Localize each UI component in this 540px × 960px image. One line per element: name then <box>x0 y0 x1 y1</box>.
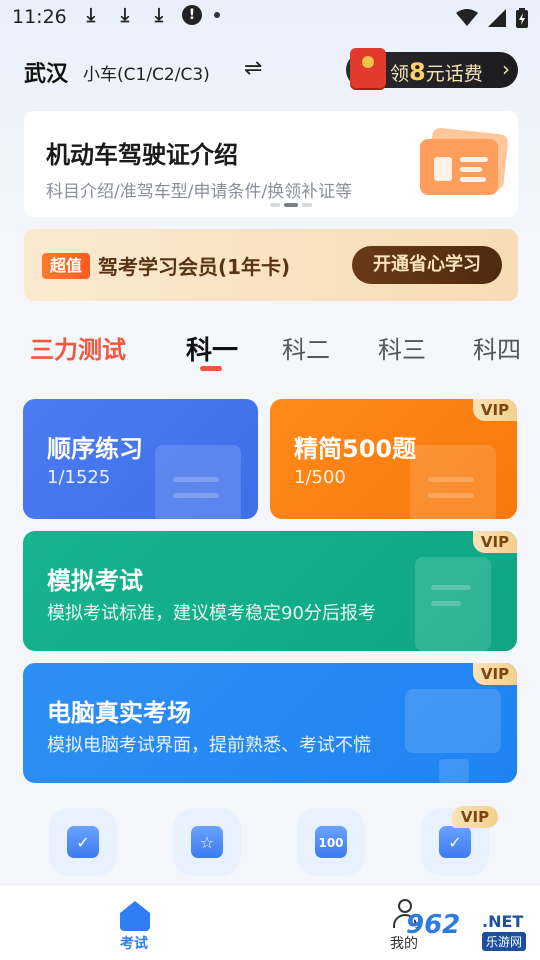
download-icon: ⤓ <box>154 4 164 26</box>
status-notifications: ⤓ ⤓ ⤓ ! <box>80 4 220 26</box>
card-subtitle: 模拟电脑考试界面，提前熟悉、考试不慌 <box>47 735 371 756</box>
mock-exam-card[interactable]: VIP 模拟考试 模拟考试标准，建议模考稳定90分后报考 <box>23 531 517 651</box>
membership-strip[interactable]: 超值 驾考学习会员(1年卡) 开通省心学习 <box>24 229 518 301</box>
card-progress: 1/1525 <box>47 467 111 488</box>
license-intro-banner[interactable]: 机动车驾驶证介绍 科目介绍/准驾车型/申请条件/换领补证等 <box>24 111 518 217</box>
tab-three-abilities[interactable]: 三力测试 <box>30 330 126 365</box>
concise-500-card[interactable]: VIP 精简500题 1/500 <box>270 399 517 519</box>
site-watermark: 962 .NET 乐游网 <box>400 908 536 956</box>
vip-badge: VIP <box>452 806 498 828</box>
card-title: 模拟考试 <box>47 567 143 595</box>
nav-exam-label[interactable]: 考试 <box>120 933 148 953</box>
banner-title: 机动车驾驶证介绍 <box>46 141 238 169</box>
value-badge: 超值 <box>42 253 90 279</box>
phone-credit-reward-button[interactable]: 领8元话费 › <box>346 48 518 88</box>
status-system-icons <box>456 8 528 28</box>
card-title: 电脑真实考场 <box>47 699 191 727</box>
computer-exam-card[interactable]: VIP 电脑真实考场 模拟电脑考试界面，提前熟悉、考试不慌 <box>23 663 517 783</box>
home-icon[interactable] <box>116 899 156 933</box>
wifi-icon <box>456 9 478 26</box>
vip-badge: VIP <box>473 399 517 421</box>
active-tab-indicator <box>200 366 222 371</box>
license-card-icon <box>416 127 512 199</box>
score-100-icon[interactable]: 100 <box>297 808 365 876</box>
quick-tools-row: ✓ ☆ 100 ✓ VIP <box>0 806 540 880</box>
card-title: 精简500题 <box>294 435 417 463</box>
city-selector[interactable]: 武汉 <box>24 56 68 88</box>
card-subtitle: 模拟考试标准，建议模考稳定90分后报考 <box>47 603 376 624</box>
calendar-check-icon[interactable]: ✓ <box>49 808 117 876</box>
red-envelope-icon <box>350 48 386 88</box>
more-dot-icon <box>214 12 220 18</box>
banner-subtitle: 科目介绍/准驾车型/申请条件/换领补证等 <box>46 182 353 202</box>
signal-icon <box>488 9 506 27</box>
banner-pagination <box>270 203 312 207</box>
card-title: 顺序练习 <box>47 435 143 463</box>
book-arrow-icon <box>155 445 241 519</box>
computer-monitor-icon <box>405 689 501 753</box>
membership-title: 驾考学习会员(1年卡) <box>98 255 291 279</box>
reward-text: 领8元话费 <box>390 58 483 86</box>
tab-subject-two[interactable]: 科二 <box>282 330 330 365</box>
status-bar: 11:26 ⤓ ⤓ ⤓ ! <box>0 0 540 36</box>
car-type-selector[interactable]: 小车(C1/C2/C3) <box>83 60 210 85</box>
chevron-right-icon: › <box>502 57 510 81</box>
alert-icon: ! <box>182 5 202 25</box>
vip-badge: VIP <box>473 663 517 685</box>
download-icon: ⤓ <box>86 4 96 26</box>
battery-icon <box>516 8 528 28</box>
card-progress: 1/500 <box>294 467 346 488</box>
tab-subject-one[interactable]: 科一 <box>186 330 238 367</box>
vip-badge: VIP <box>473 531 517 553</box>
open-membership-button[interactable]: 开通省心学习 <box>352 246 502 284</box>
tab-subject-four[interactable]: 科四 <box>473 330 521 365</box>
subject-tabs: 三力测试 科一 科二 科三 科四 <box>0 326 540 376</box>
download-icon: ⤓ <box>120 4 130 26</box>
sequential-practice-card[interactable]: 顺序练习 1/1525 <box>23 399 258 519</box>
star-bookmark-icon[interactable]: ☆ <box>173 808 241 876</box>
status-time: 11:26 <box>12 6 67 28</box>
swap-icon[interactable]: ⇌ <box>244 56 262 81</box>
tab-subject-three[interactable]: 科三 <box>378 330 426 365</box>
book-arrow-icon <box>410 445 496 519</box>
header: 武汉 小车(C1/C2/C3) ⇌ 领8元话费 › <box>0 48 540 94</box>
